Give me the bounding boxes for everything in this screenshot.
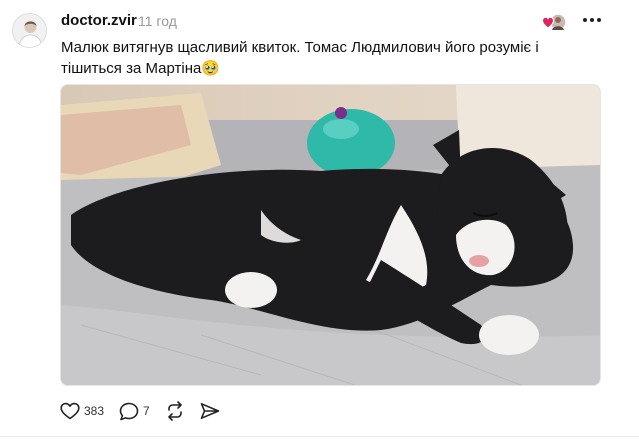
post-divider	[0, 436, 639, 437]
avatar-image	[13, 14, 46, 47]
post-caption: Малюк витягнув щасливий квиток. Томас Лю…	[61, 37, 601, 79]
repost-icon	[167, 401, 182, 421]
reply-button[interactable]: 7	[119, 402, 150, 421]
send-icon	[200, 403, 220, 419]
username[interactable]: doctor.zvir	[61, 12, 137, 29]
pleading-face-emoji: 🥹	[201, 60, 221, 77]
post-timestamp[interactable]: 11 год	[138, 13, 177, 29]
reply-count: 7	[143, 404, 150, 418]
share-button[interactable]	[200, 402, 220, 420]
comment-bubble-icon	[119, 402, 139, 420]
more-options-button[interactable]	[580, 8, 604, 32]
like-count: 383	[84, 404, 105, 418]
avatar[interactable]	[12, 13, 47, 48]
post-photo[interactable]	[60, 84, 601, 386]
liked-by-avatar-icon[interactable]	[541, 12, 568, 32]
more-horizontal-icon	[583, 18, 601, 22]
like-button[interactable]: 383	[60, 402, 104, 420]
post-actions: 383 7	[60, 399, 235, 423]
heart-icon	[60, 402, 80, 420]
sleeping-cat-image	[61, 85, 600, 385]
caption-text: Малюк витягнув щасливий квиток. Томас Лю…	[61, 39, 539, 77]
repost-button[interactable]	[165, 401, 185, 421]
